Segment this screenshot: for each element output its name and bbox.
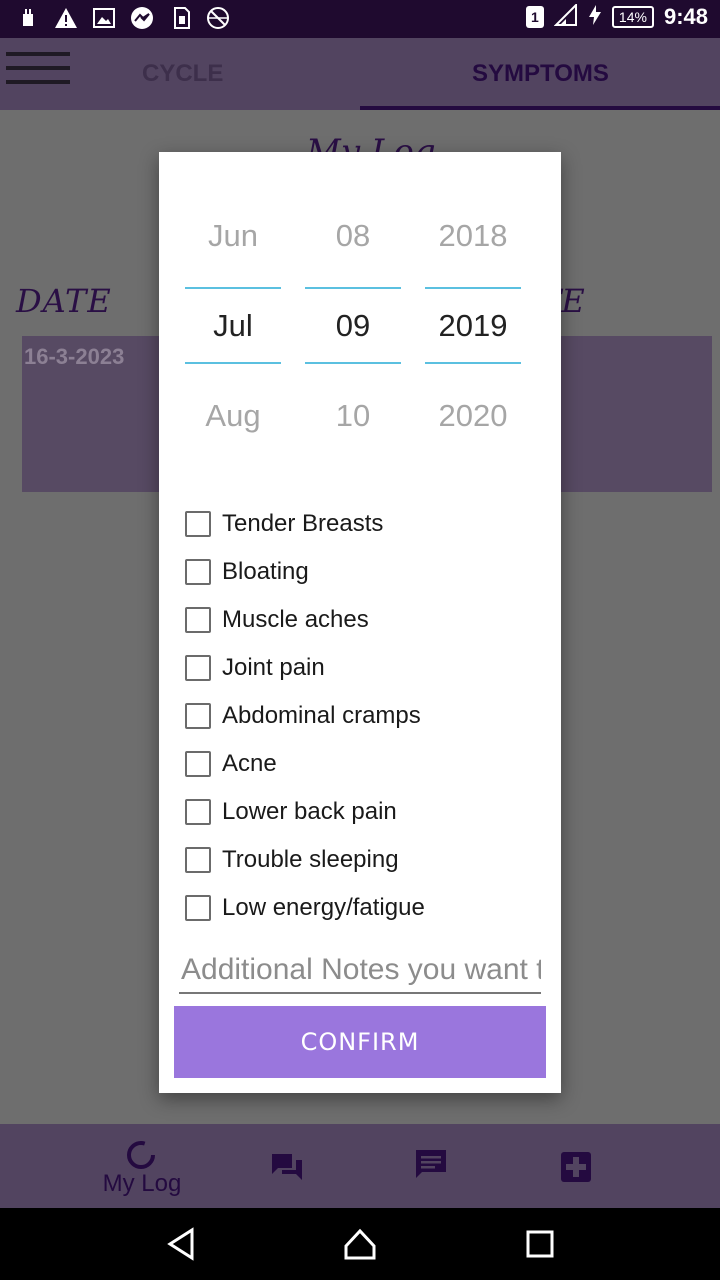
checkbox[interactable]: [185, 511, 211, 537]
back-icon[interactable]: [164, 1226, 200, 1262]
picker-divider: [305, 287, 401, 289]
checkbox[interactable]: [185, 607, 211, 633]
day-next[interactable]: 10: [305, 398, 401, 434]
charging-icon: [588, 4, 602, 30]
symptom-checkbox-row[interactable]: Abdominal cramps: [185, 694, 545, 742]
symptom-checklist: Tender Breasts Bloating Muscle aches Joi…: [185, 502, 545, 934]
picker-divider: [425, 287, 521, 289]
checkbox[interactable]: [185, 751, 211, 777]
battery-indicator: 14%: [611, 6, 654, 28]
symptom-label: Lower back pain: [222, 798, 397, 825]
image-icon: [92, 6, 116, 30]
no-network-icon: [206, 6, 230, 30]
picker-divider: [305, 362, 401, 364]
symptom-checkbox-row[interactable]: Tender Breasts: [185, 502, 545, 550]
app-bar: CYCLE SYMPTOMS: [0, 38, 720, 110]
month-current[interactable]: Jul: [185, 308, 281, 344]
year-picker[interactable]: 2018 2019 2020: [425, 192, 521, 462]
confirm-button[interactable]: CONFIRM: [174, 1006, 546, 1078]
clock: 9:48: [663, 4, 708, 29]
menu-icon[interactable]: [6, 52, 70, 84]
checkbox[interactable]: [185, 847, 211, 873]
chat-icon: [416, 1150, 446, 1178]
usb-icon: [16, 6, 40, 30]
additional-notes-input[interactable]: [179, 948, 541, 994]
month-next[interactable]: Aug: [185, 398, 281, 434]
nav-item-medical[interactable]: [487, 1124, 667, 1208]
recents-icon[interactable]: [522, 1226, 558, 1262]
sim-slot-badge: 1: [525, 6, 544, 28]
checkbox[interactable]: [185, 895, 211, 921]
month-picker[interactable]: Jun Jul Aug: [185, 192, 281, 462]
symptom-label: Tender Breasts: [222, 510, 384, 537]
symptom-label: Abdominal cramps: [222, 702, 421, 729]
tab-cycle[interactable]: CYCLE: [142, 60, 223, 88]
date-column-header: DATE: [16, 282, 112, 320]
symptom-label: Low energy/fatigue: [222, 894, 425, 921]
symptom-checkbox-row[interactable]: Bloating: [185, 550, 545, 598]
home-icon[interactable]: [342, 1226, 378, 1262]
picker-divider: [185, 287, 281, 289]
checkbox[interactable]: [185, 799, 211, 825]
symptom-label: Acne: [222, 750, 277, 777]
symptom-checkbox-row[interactable]: Joint pain: [185, 646, 545, 694]
sim-icon: [168, 6, 192, 30]
symptom-checkbox-row[interactable]: Muscle aches: [185, 598, 545, 646]
log-entry-date: 16-3-2023: [24, 344, 125, 369]
day-current[interactable]: 09: [305, 308, 401, 344]
status-right: 1 14% 9:48: [525, 2, 708, 30]
system-navigation-bar: [0, 1208, 720, 1280]
signal-icon: [553, 2, 578, 30]
symptom-checkbox-row[interactable]: Lower back pain: [185, 790, 545, 838]
bottom-navigation: My Log: [0, 1124, 720, 1208]
symptom-label: Muscle aches: [222, 606, 369, 633]
symptom-label: Trouble sleeping: [222, 846, 399, 873]
messenger-icon: [130, 6, 154, 30]
picker-divider: [425, 362, 521, 364]
year-current[interactable]: 2019: [425, 308, 521, 344]
year-prev[interactable]: 2018: [425, 218, 521, 254]
symptom-checkbox-row[interactable]: Low energy/fatigue: [185, 886, 545, 934]
symptom-label: Bloating: [222, 558, 309, 585]
month-prev[interactable]: Jun: [185, 218, 281, 254]
symptom-checkbox-row[interactable]: Trouble sleeping: [185, 838, 545, 886]
status-bar: 1 14% 9:48: [0, 0, 720, 38]
picker-divider: [185, 362, 281, 364]
forum-icon: [272, 1154, 302, 1180]
symptom-label: Joint pain: [222, 654, 325, 681]
date-picker[interactable]: Jun Jul Aug 08 09 10 2018 2019 2020: [185, 192, 525, 462]
symptoms-dialog: Jun Jul Aug 08 09 10 2018 2019 2020 Tend…: [159, 152, 561, 1093]
day-prev[interactable]: 08: [305, 218, 401, 254]
checkbox[interactable]: [185, 559, 211, 585]
day-picker[interactable]: 08 09 10: [305, 192, 401, 462]
checkbox[interactable]: [185, 703, 211, 729]
status-left-icons: [16, 6, 230, 30]
warning-icon: [54, 6, 78, 30]
checkbox[interactable]: [185, 655, 211, 681]
tab-symptoms[interactable]: SYMPTOMS: [472, 60, 609, 88]
symptom-checkbox-row[interactable]: Acne: [185, 742, 545, 790]
medical-plus-icon: [561, 1152, 591, 1182]
year-next[interactable]: 2020: [425, 398, 521, 434]
loading-ring-icon: [127, 1141, 155, 1169]
